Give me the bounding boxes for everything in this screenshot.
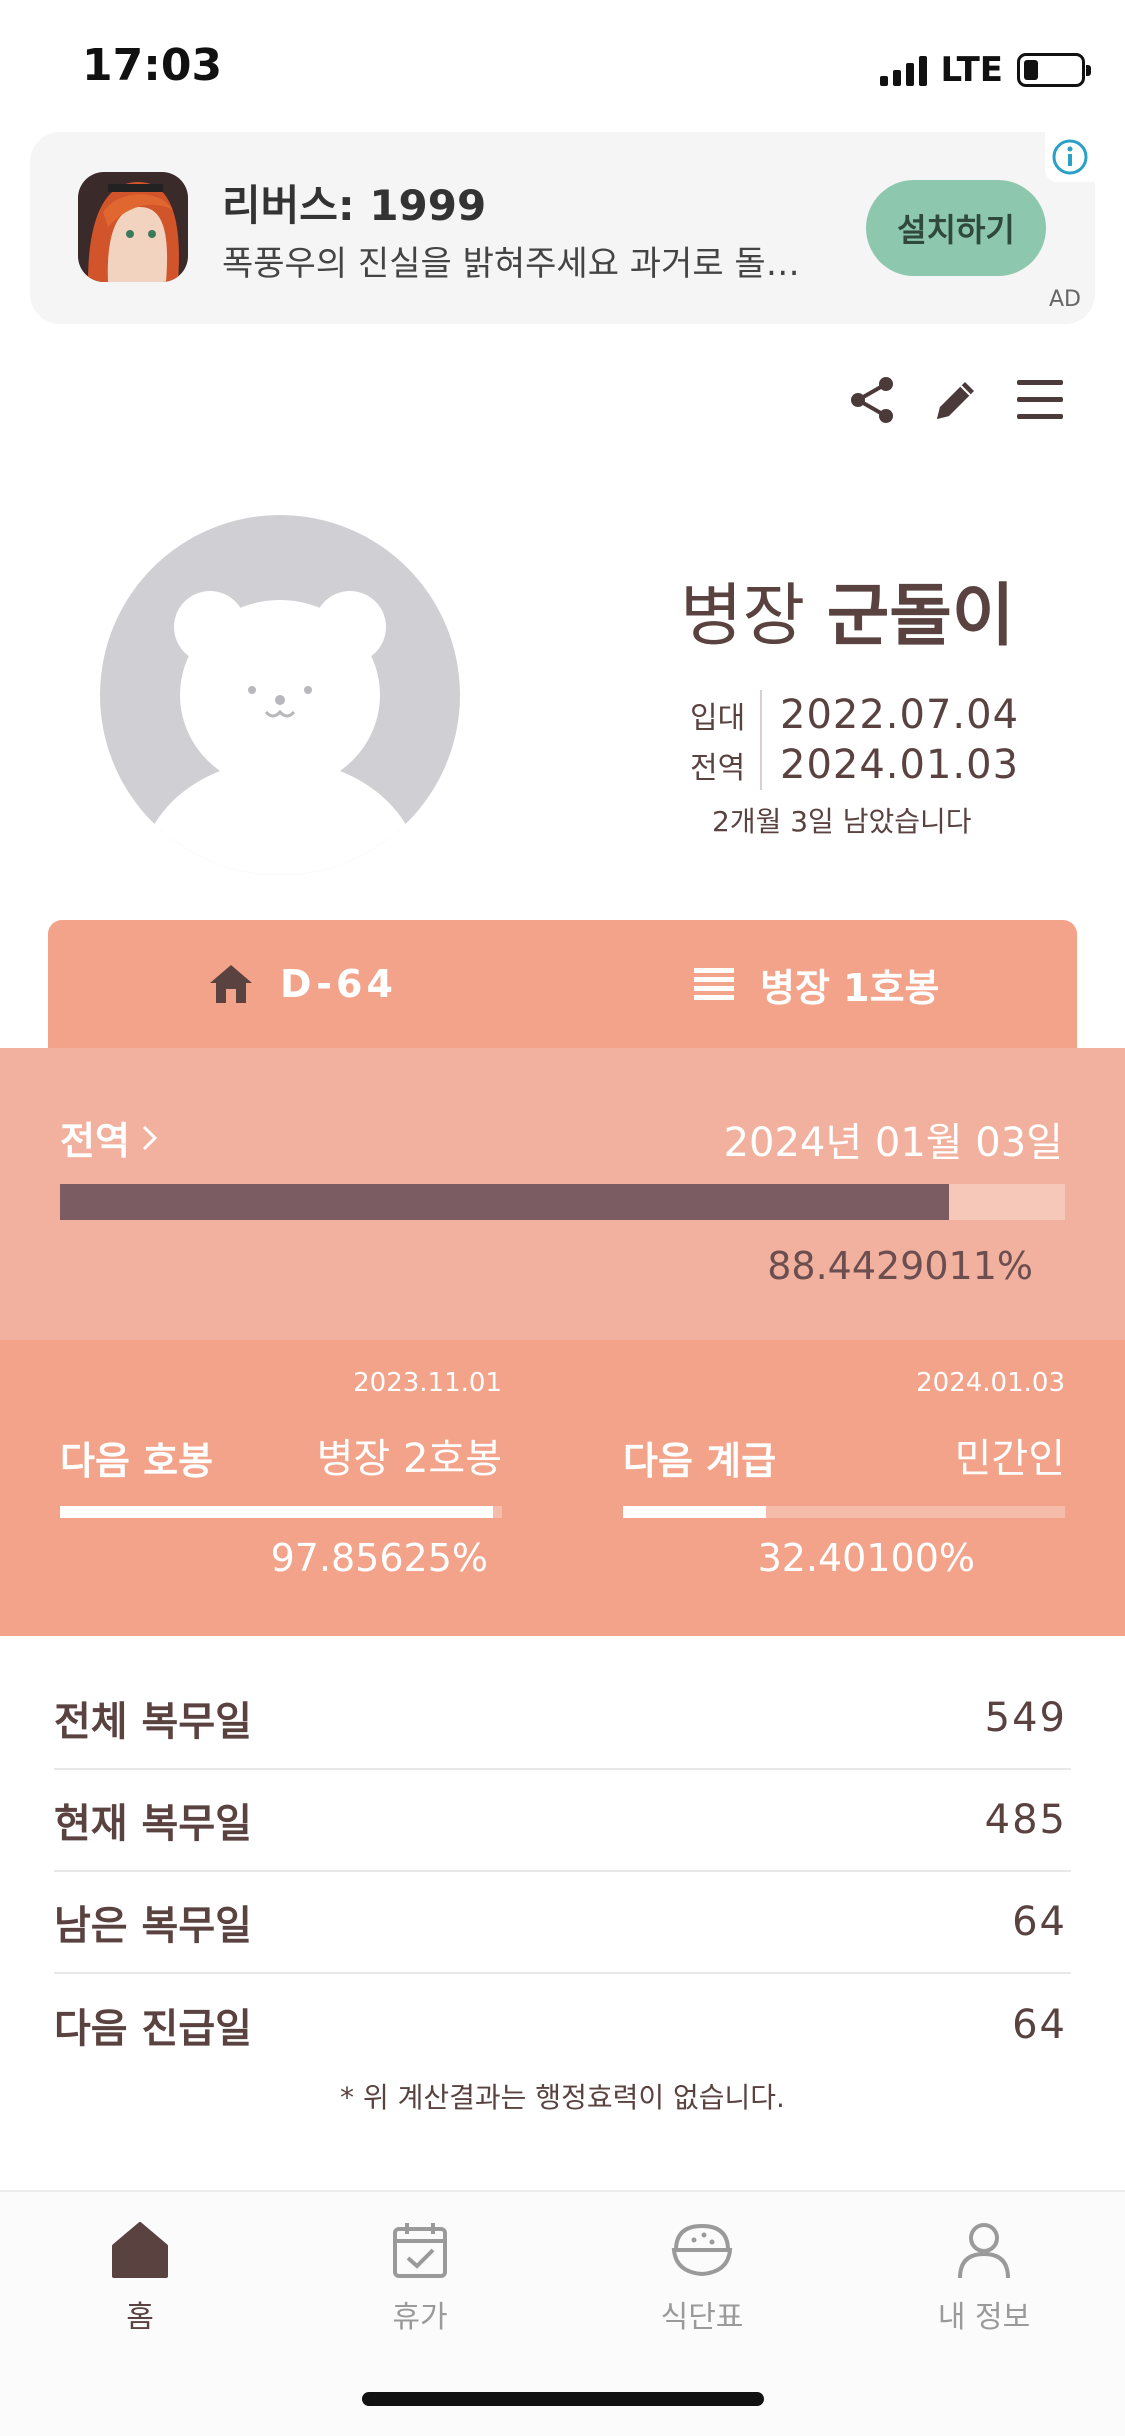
stat-label: 전체 복무일 [54, 1699, 252, 1745]
nav-label: 홈 [126, 2300, 154, 2335]
next-step-percent: 97.85625% [270, 1536, 488, 1580]
nav-label: 휴가 [392, 2300, 448, 2335]
battery-icon [1017, 53, 1091, 87]
next-rank-date: 2024.01.03 [916, 1368, 1065, 1398]
next-step-progress-bar [60, 1506, 502, 1518]
edit-icon[interactable] [926, 370, 986, 430]
user-name: 군돌이 [826, 577, 1015, 656]
service-stats: 전체 복무일 549 현재 복무일 485 남은 복무일 64 다음 진급일 6… [54, 1668, 1071, 2076]
enlist-label: 입대 [690, 701, 746, 736]
stat-row: 다음 진급일 64 [54, 1974, 1071, 2076]
next-rank-percent: 32.40100% [757, 1536, 975, 1580]
next-rank-title: 다음 계급 [623, 1439, 777, 1483]
discharge-full-date: 2024년 01월 03일 [723, 1120, 1063, 1166]
enlist-row: 입대 2022.07.04 [690, 690, 1019, 740]
next-rank-value: 민간인 [954, 1436, 1065, 1482]
stat-value: 64 [1012, 2002, 1067, 2048]
service-dates: 입대 2022.07.04 전역 2024.01.03 [690, 690, 1019, 790]
status-indicators: LTE [879, 50, 1091, 90]
discharge-progress-fill [60, 1184, 949, 1220]
discharge-percent: 88.4429011% [767, 1244, 1033, 1288]
next-step-block: 2023.11.01 다음 호봉 병장 2호봉 97.85625% [60, 1368, 502, 1618]
tab-dday[interactable]: D-64 [208, 920, 397, 1048]
stat-label: 다음 진급일 [54, 2006, 252, 2052]
next-step-date: 2023.11.01 [353, 1368, 502, 1398]
discharge-section: 전역 2024년 01월 03일 88.4429011% [0, 1048, 1125, 1340]
calendar-check-icon [393, 2223, 447, 2278]
menu-icon[interactable] [1010, 370, 1070, 430]
stat-value: 64 [1012, 1899, 1067, 1945]
tab-grade[interactable]: 병장 1호봉 [694, 920, 940, 1048]
info-icon[interactable] [1045, 132, 1095, 182]
next-step-value: 병장 2호봉 [316, 1436, 502, 1482]
home-indicator [362, 2392, 764, 2406]
home-icon [210, 965, 252, 1003]
nav-label: 식단표 [660, 2300, 744, 2335]
network-type: LTE [940, 50, 1003, 90]
discharge-section-label: 전역 [60, 1119, 130, 1163]
nav-my-info[interactable]: 내 정보 [884, 2220, 1084, 2336]
discharge-label: 전역 [690, 751, 746, 786]
rank-label: 병장 [680, 577, 806, 656]
next-section: 2023.11.01 다음 호봉 병장 2호봉 97.85625% 2024.0… [0, 1340, 1125, 1636]
next-rank-progress-fill [623, 1506, 767, 1518]
ad-label: AD [1049, 287, 1081, 312]
nav-vacation[interactable]: 휴가 [320, 2220, 520, 2336]
list-icon [694, 968, 734, 1000]
dday-label: D-64 [280, 962, 397, 1006]
grade-label: 병장 1호봉 [760, 965, 940, 1010]
summary-tabs: D-64 병장 1호봉 [48, 920, 1077, 1048]
status-bar: 17:03 LTE [0, 0, 1125, 135]
disclaimer: * 위 계산결과는 행정효력이 없습니다. [340, 2081, 785, 2114]
home-icon [112, 2222, 168, 2278]
discharge-row: 전역 2024.01.03 [690, 740, 1019, 790]
person-icon [958, 2223, 1010, 2279]
discharge-date: 2024.01.03 [780, 742, 1020, 788]
nav-meal[interactable]: 식단표 [602, 2220, 802, 2336]
enlist-date: 2022.07.04 [780, 692, 1020, 738]
signal-icon [879, 54, 927, 86]
stat-row: 전체 복무일 549 [54, 1668, 1071, 1770]
avatar[interactable] [100, 515, 460, 875]
discharge-progress-bar [60, 1184, 1065, 1220]
discharge-link[interactable]: 전역 [60, 1110, 160, 1165]
stat-row: 남은 복무일 64 [54, 1872, 1071, 1974]
stat-row: 현재 복무일 485 [54, 1770, 1071, 1872]
chevron-right-icon [142, 1125, 158, 1150]
stat-label: 남은 복무일 [54, 1903, 252, 1949]
nav-home[interactable]: 홈 [40, 2220, 240, 2336]
remaining-text: 2개월 3일 남았습니다 [712, 805, 972, 838]
share-icon[interactable] [842, 370, 902, 430]
stat-value: 485 [984, 1797, 1067, 1843]
next-step-progress-fill [60, 1506, 493, 1518]
rice-bowl-icon [671, 2223, 733, 2277]
ad-title[interactable]: 리버스: 1999 [222, 172, 486, 233]
status-time: 17:03 [82, 40, 223, 91]
nav-label: 내 정보 [937, 2300, 1031, 2335]
ad-app-icon[interactable] [78, 172, 188, 282]
ad-banner[interactable]: 리버스: 1999 폭풍우의 진실을 밝혀주세요 과거로 돌… 설치하기 AD [30, 132, 1095, 324]
next-rank-progress-bar [623, 1506, 1065, 1518]
bear-avatar-icon [140, 591, 420, 875]
install-button[interactable]: 설치하기 [866, 180, 1046, 276]
rank-name: 병장 군돌이 [680, 560, 1014, 659]
stat-label: 현재 복무일 [54, 1801, 252, 1847]
stat-value: 549 [984, 1695, 1067, 1741]
next-rank-block: 2024.01.03 다음 계급 민간인 32.40100% [623, 1368, 1065, 1618]
ad-description[interactable]: 폭풍우의 진실을 밝혀주세요 과거로 돌… [222, 236, 842, 285]
next-step-title: 다음 호봉 [60, 1439, 214, 1483]
